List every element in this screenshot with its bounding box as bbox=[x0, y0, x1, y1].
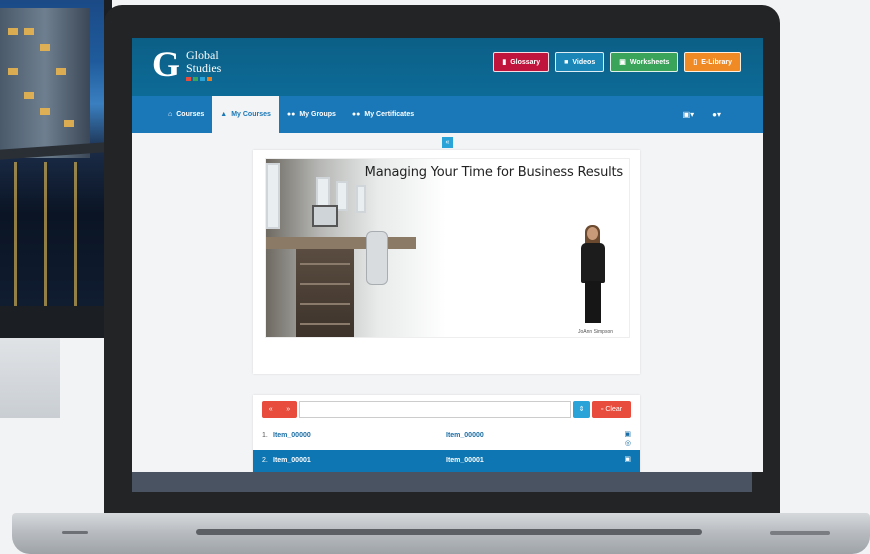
nav-courses[interactable]: ⌂ Courses bbox=[160, 96, 212, 133]
prev-icon[interactable]: « bbox=[269, 406, 273, 413]
playlist-row-selected[interactable]: 2. Item_00001 Item_00001 ▣ bbox=[253, 450, 640, 472]
glossary-button[interactable]: ▮ Glossary bbox=[493, 52, 550, 72]
row-title[interactable]: Item_00001 bbox=[273, 457, 311, 464]
nav-my-certificates[interactable]: ●● My Certificates bbox=[344, 96, 422, 133]
course-slide-card: Managing Your Time for Business Results … bbox=[253, 150, 640, 374]
clear-label: Clear bbox=[605, 406, 623, 413]
videos-label: Videos bbox=[572, 58, 596, 66]
logo-color-bar bbox=[186, 77, 221, 81]
course-slide: Managing Your Time for Business Results … bbox=[265, 158, 630, 338]
playlist-toolbar: « » ⇕ ▫ Clear bbox=[262, 401, 631, 418]
clear-button[interactable]: ▫ Clear bbox=[592, 401, 631, 418]
video-icon: ■ bbox=[564, 58, 569, 66]
playlist-row[interactable]: 1. Item_00000 Item_00000 ▣ ◎ bbox=[253, 425, 640, 451]
playlist-panel: « » ⇕ ▫ Clear 1. Item_00000 Item_00000 ▣… bbox=[253, 395, 640, 472]
row-number: 1. bbox=[262, 432, 268, 439]
app-header: G Global Studies ▮ Glossary ■ Videos ▣ W… bbox=[132, 38, 763, 96]
nav-my-certificates-label: My Certificates bbox=[364, 111, 415, 118]
office-photo bbox=[266, 159, 446, 337]
header-buttons: ▮ Glossary ■ Videos ▣ Worksheets ▯ E-Lib… bbox=[493, 52, 741, 72]
glossary-label: Glossary bbox=[510, 58, 541, 66]
logo-line2: Studies bbox=[186, 61, 222, 75]
laptop-base bbox=[12, 513, 870, 554]
row-number: 2. bbox=[262, 457, 268, 464]
nav-my-groups[interactable]: ●● My Groups bbox=[279, 96, 344, 133]
document-icon: ▣ bbox=[619, 59, 626, 66]
worksheets-button[interactable]: ▣ Worksheets bbox=[610, 52, 679, 72]
e-library-label: E-Library bbox=[701, 58, 732, 66]
background-building bbox=[0, 8, 90, 158]
graduation-cap-icon: ▲ bbox=[220, 111, 228, 118]
user-icon[interactable]: ●▾ bbox=[712, 110, 721, 119]
row-title[interactable]: Item_00000 bbox=[273, 432, 311, 439]
book-icon: ▯ bbox=[693, 59, 698, 66]
logo-mark: G bbox=[152, 44, 181, 84]
nav-my-courses-label: My Courses bbox=[231, 111, 271, 118]
nav-right-menu: ▣▾ ●▾ bbox=[683, 110, 763, 119]
nav-my-groups-label: My Groups bbox=[299, 111, 336, 118]
bookmark-icon: ▮ bbox=[502, 59, 507, 66]
global-studies-logo[interactable]: G Global Studies bbox=[152, 44, 222, 87]
presenter-figure bbox=[578, 225, 608, 327]
row-title-secondary[interactable]: Item_00001 bbox=[446, 457, 484, 464]
playlist-search-input[interactable] bbox=[299, 401, 571, 418]
e-library-button[interactable]: ▯ E-Library bbox=[684, 52, 741, 72]
language-icon[interactable]: ▣▾ bbox=[683, 110, 695, 119]
worksheets-label: Worksheets bbox=[629, 58, 670, 66]
home-icon: ⌂ bbox=[168, 111, 173, 118]
row-title-secondary[interactable]: Item_00000 bbox=[446, 432, 484, 439]
slide-title: Managing Your Time for Business Results bbox=[364, 165, 624, 180]
collapse-toggle-button[interactable]: « bbox=[442, 137, 453, 148]
play-circle-icon[interactable]: ◎ bbox=[625, 439, 631, 447]
document-icon[interactable]: ▣ bbox=[624, 455, 631, 463]
background-water bbox=[0, 162, 104, 306]
users-icon: ●● bbox=[286, 111, 296, 118]
background-photo bbox=[0, 0, 104, 306]
trash-icon: ▫ bbox=[600, 406, 604, 413]
next-icon[interactable]: » bbox=[286, 406, 290, 413]
presenter-name: JoAnn Simpson bbox=[578, 329, 614, 335]
videos-button[interactable]: ■ Videos bbox=[555, 52, 605, 72]
background-monitor bbox=[0, 0, 112, 338]
app-screen: G Global Studies ▮ Glossary ■ Videos ▣ W… bbox=[132, 38, 763, 472]
nav-courses-label: Courses bbox=[176, 111, 205, 118]
sort-button[interactable]: ⇕ bbox=[573, 401, 590, 418]
nav-my-courses[interactable]: ▲ My Courses bbox=[212, 96, 279, 133]
prev-next-buttons[interactable]: « » bbox=[262, 401, 297, 418]
monitor-stand bbox=[0, 338, 60, 418]
screen-footer bbox=[132, 472, 752, 492]
main-navbar: ⌂ Courses ▲ My Courses ●● My Groups ●● M… bbox=[132, 96, 763, 133]
document-icon[interactable]: ▣ bbox=[624, 430, 631, 438]
users-icon: ●● bbox=[351, 111, 361, 118]
